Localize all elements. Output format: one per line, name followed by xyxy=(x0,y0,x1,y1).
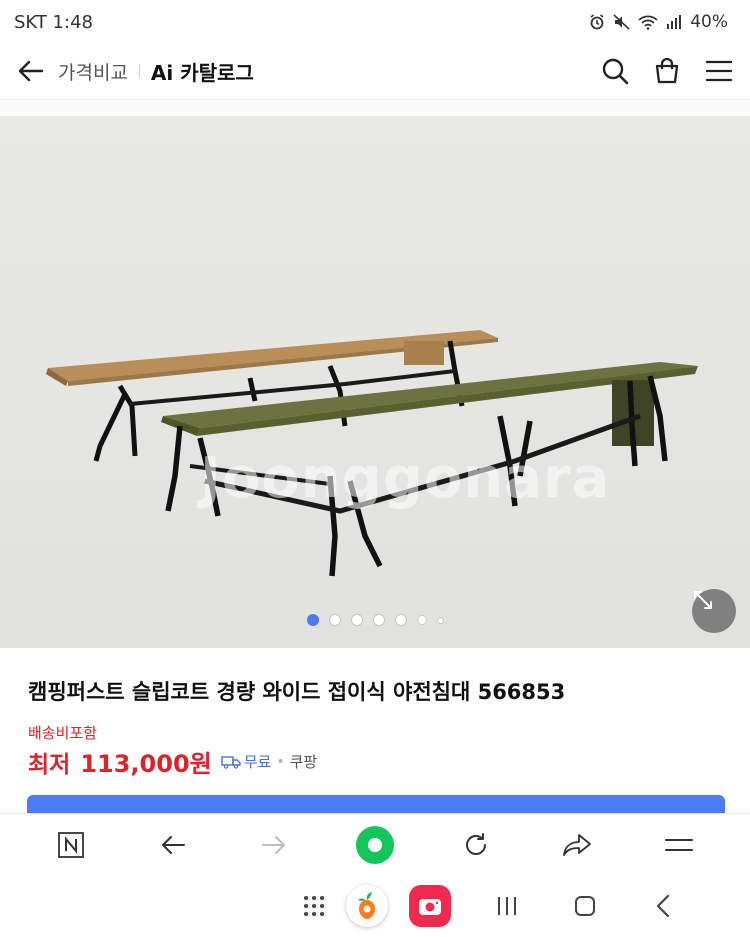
page-title: Ai 카탈로그 xyxy=(150,60,254,85)
battery-text: 40% xyxy=(690,12,728,32)
breadcrumb-divider xyxy=(138,64,140,78)
arrow-right-icon xyxy=(262,835,286,854)
cart-button[interactable] xyxy=(652,56,682,86)
page: SKT 1:48 40% 가격비교 Ai 카탈로그 Joonggonara 캠핑… xyxy=(0,0,750,937)
watermark-text: Joonggonara xyxy=(200,446,611,511)
refresh-icon xyxy=(465,832,486,855)
green-dot-icon xyxy=(356,826,393,863)
camera-app-button[interactable] xyxy=(409,885,451,927)
search-icon xyxy=(602,58,629,85)
browser-forward-button[interactable] xyxy=(254,825,294,865)
signal-icon xyxy=(666,14,682,30)
alarm-icon xyxy=(589,14,605,30)
delivery-truck-icon xyxy=(221,755,241,769)
menu-button[interactable] xyxy=(704,56,734,86)
gallery-dot[interactable] xyxy=(350,614,363,626)
gallery-dot[interactable] xyxy=(394,614,407,626)
search-button[interactable] xyxy=(600,56,630,86)
spacer xyxy=(0,100,750,116)
shipping-included-note: 배송비포함 xyxy=(28,724,98,742)
menu-icon xyxy=(665,838,694,851)
refresh-button[interactable] xyxy=(456,825,496,865)
hamburger-icon xyxy=(705,60,733,82)
gallery-pagination xyxy=(0,614,750,626)
lowest-price-label: 최저 xyxy=(28,751,71,778)
home-button[interactable] xyxy=(355,825,394,864)
gallery-dot[interactable] xyxy=(416,615,427,625)
buy-button[interactable] xyxy=(27,795,725,815)
separator-dot: • xyxy=(276,753,285,770)
free-shipping-label: 무료 xyxy=(243,753,272,771)
price-value: 113,000원 xyxy=(80,750,212,778)
camera-icon xyxy=(419,899,441,915)
recents-icon xyxy=(498,897,516,915)
share-icon xyxy=(563,833,592,856)
price-row: 최저 113,000원 무료 • 쿠팡 xyxy=(28,744,317,779)
carrot-app-button[interactable] xyxy=(346,885,388,927)
carrot-icon xyxy=(358,892,375,919)
browser-menu-button[interactable] xyxy=(659,825,699,865)
app-grid-icon xyxy=(304,896,324,916)
gallery-dot[interactable] xyxy=(328,614,341,626)
gallery-dot[interactable] xyxy=(436,616,444,624)
naver-tabs-button[interactable] xyxy=(51,825,91,865)
status-icons: 40% xyxy=(589,12,728,32)
product-title: 캠핑퍼스트 슬립코트 경량 와이드 접이식 야전침대 566853 xyxy=(28,680,566,704)
header-actions xyxy=(600,56,734,86)
expand-image-button[interactable] xyxy=(692,589,736,633)
product-image-gallery[interactable]: Joonggonara xyxy=(0,116,750,648)
carrier-time: SKT 1:48 xyxy=(14,11,93,33)
expand-icon xyxy=(694,591,712,609)
home-square-icon xyxy=(575,896,595,916)
wifi-icon xyxy=(638,14,658,30)
gallery-dot-active[interactable] xyxy=(306,614,319,626)
naver-n-icon xyxy=(57,831,84,858)
product-photo xyxy=(0,116,750,648)
home-nav-button[interactable] xyxy=(572,893,598,919)
shopping-bag-icon xyxy=(655,57,679,84)
browser-back-button[interactable] xyxy=(153,825,193,865)
status-bar: SKT 1:48 40% xyxy=(0,0,750,44)
free-shipping-badge: 무료 xyxy=(221,751,272,772)
arrow-left-icon xyxy=(161,835,185,854)
app-header: 가격비교 Ai 카탈로그 xyxy=(0,44,750,98)
mute-icon xyxy=(613,14,630,30)
gallery-dot[interactable] xyxy=(372,614,385,626)
seller-name[interactable]: 쿠팡 xyxy=(290,751,318,772)
breadcrumb-price-compare[interactable]: 가격비교 xyxy=(58,58,128,85)
share-button[interactable] xyxy=(557,825,597,865)
browser-toolbar xyxy=(0,813,750,875)
recent-apps-button[interactable] xyxy=(494,894,520,918)
system-navigation-bar xyxy=(0,875,750,937)
back-button[interactable] xyxy=(16,56,46,86)
arrow-left-icon xyxy=(18,60,44,82)
chevron-left-icon xyxy=(656,894,670,918)
app-drawer-button[interactable] xyxy=(300,892,328,920)
back-nav-button[interactable] xyxy=(650,893,676,919)
